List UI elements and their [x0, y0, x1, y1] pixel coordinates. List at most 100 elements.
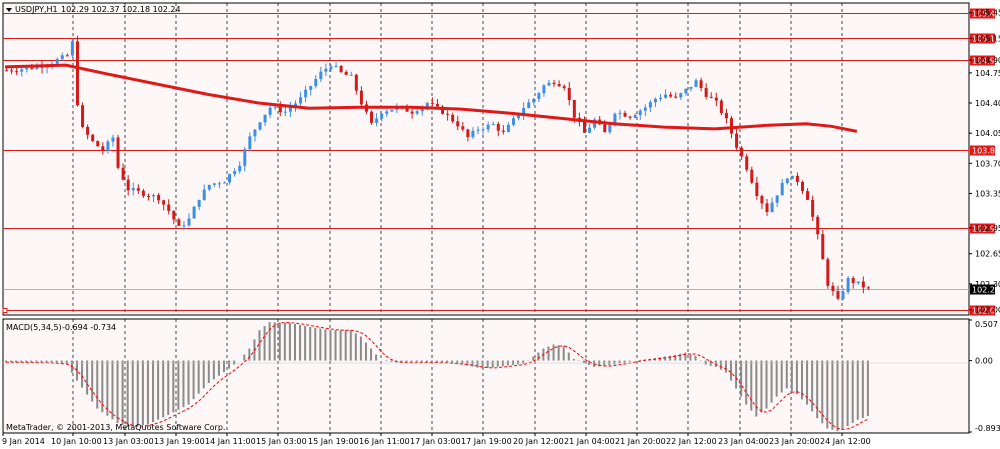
bull-candle [380, 113, 384, 119]
macd-readout: -0.694 -0.734 [62, 323, 116, 332]
bear-candle [623, 112, 627, 117]
bull-candle [349, 74, 353, 76]
bull-candle [263, 114, 267, 123]
symbol-title: USDJPY,H1 [15, 5, 58, 14]
bull-candle [233, 171, 237, 175]
bear-candle [177, 219, 181, 226]
bull-candle [207, 184, 211, 190]
price-tick-label: 103.70 [975, 159, 1000, 168]
bull-candle [273, 106, 277, 108]
bull-candle [653, 98, 657, 103]
bull-candle [238, 165, 242, 172]
bull-candle [588, 127, 592, 133]
bear-candle [146, 195, 150, 197]
bear-candle [724, 113, 728, 119]
bear-candle [496, 123, 500, 131]
bull-candle [491, 123, 495, 125]
time-tick-label: 23 Jan 20:00 [769, 437, 820, 446]
bull-candle [228, 174, 232, 183]
bear-candle [451, 114, 455, 122]
bull-candle [55, 59, 59, 64]
main-plot-area[interactable] [2, 2, 970, 316]
bull-candle [638, 110, 642, 116]
current-price-tag: 102.24 [970, 284, 1000, 295]
bull-candle [70, 41, 74, 56]
bull-candle [375, 118, 379, 123]
macd-title: MACD(5,34,5) [6, 323, 62, 332]
bear-candle [81, 105, 85, 127]
price-tick-label: 102.95 [975, 224, 1000, 233]
bear-candle [456, 121, 460, 127]
bear-candle [603, 124, 607, 133]
bear-candle [15, 71, 19, 73]
bear-candle [806, 191, 810, 200]
trading-terminal: 105.45105.15104.90103.85102.95102.00 105… [0, 0, 1000, 449]
time-tick-label: 24 Jan 12:00 [820, 437, 871, 446]
price-tick-label: 102.00 [975, 306, 1000, 315]
bear-candle [826, 259, 830, 286]
bear-candle [709, 96, 713, 98]
bull-candle [202, 189, 206, 200]
bear-candle [466, 129, 470, 138]
time-tick-label: 15 Jan 19:00 [308, 437, 359, 446]
bull-candle [131, 188, 135, 191]
bear-candle [172, 210, 176, 220]
time-tick-label: 21 Jan 04:00 [564, 437, 615, 446]
time-tick-label: 13 Jan 19:00 [154, 437, 205, 446]
bear-candle [740, 147, 744, 157]
bull-candle [542, 85, 546, 94]
bull-candle [329, 66, 333, 69]
level-price-tag: 103.85 [970, 145, 1000, 156]
bear-candle [557, 84, 561, 87]
bull-candle [197, 199, 201, 207]
bear-candle [735, 133, 739, 148]
bull-candle [415, 111, 419, 114]
time-tick-label: 16 Jan 11:00 [359, 437, 410, 446]
bear-candle [851, 278, 855, 284]
bull-candle [385, 111, 389, 114]
bear-candle [75, 41, 79, 106]
bull-candle [217, 183, 221, 185]
bull-candle [659, 97, 663, 99]
bear-candle [141, 190, 145, 196]
bull-candle [512, 118, 515, 125]
bull-candle [111, 137, 115, 142]
copyright-text: MetaTrader, © 2001-2013, MetaQuotes Soft… [6, 423, 225, 432]
bear-candle [370, 111, 374, 123]
bull-candle [283, 111, 287, 113]
bull-candle [187, 218, 191, 226]
ohlc-readout: 102.29 102.37 102.18 102.24 [61, 5, 181, 14]
bull-candle [856, 281, 860, 284]
bull-candle [481, 129, 485, 131]
bull-candle [664, 94, 668, 98]
time-tick-label: 15 Jan 03:00 [256, 437, 307, 446]
bull-candle [25, 67, 29, 70]
macd-tick-label: 0.507 [975, 320, 998, 329]
bull-candle [486, 124, 490, 130]
bear-candle [65, 55, 69, 57]
bear-candle [730, 118, 734, 134]
bear-candle [816, 216, 820, 235]
bear-candle [745, 156, 749, 170]
macd-tick-label: 0.00 [975, 357, 993, 366]
macd-header: MACD(5,34,5) -0.694 -0.734 [6, 323, 116, 332]
bull-candle [841, 291, 845, 299]
price-tick-label: 105.45 [975, 9, 1000, 18]
bear-candle [719, 100, 723, 114]
bull-candle [223, 182, 227, 184]
bear-candle [136, 188, 140, 191]
bull-candle [547, 82, 551, 86]
bear-candle [461, 126, 465, 130]
time-tick-label: 17 Jan 19:00 [461, 437, 512, 446]
time-tick-label: 22 Jan 12:00 [666, 437, 717, 446]
bull-candle [532, 98, 536, 103]
bull-candle [790, 175, 794, 179]
bear-candle [354, 74, 358, 91]
bear-candle [628, 116, 632, 118]
bull-candle [679, 93, 683, 98]
bull-candle [309, 86, 313, 90]
bear-candle [30, 67, 34, 69]
price-tick-label: 104.05 [975, 129, 1000, 138]
bull-candle [253, 129, 257, 137]
bull-candle [212, 183, 216, 185]
